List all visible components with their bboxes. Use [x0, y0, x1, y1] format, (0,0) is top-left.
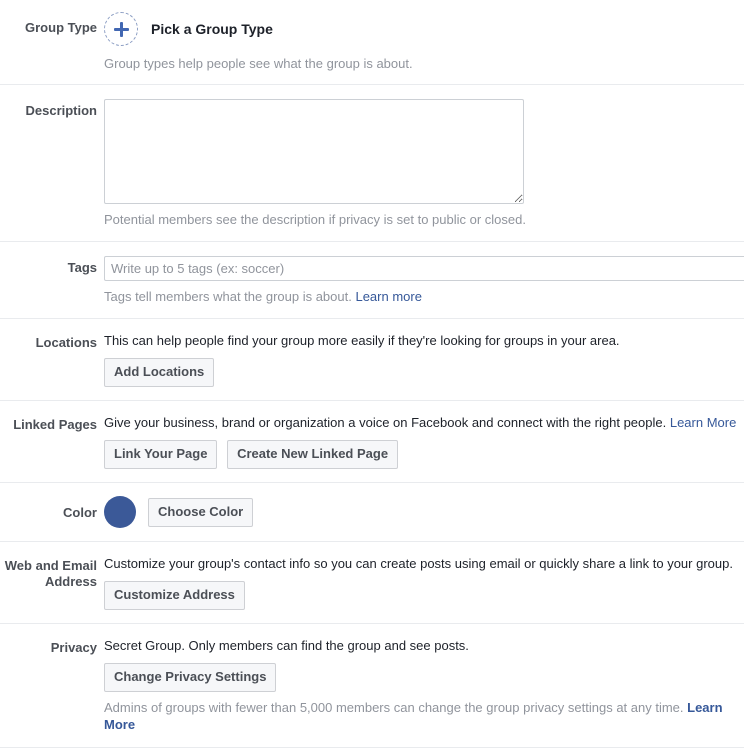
color-content: Choose Color	[97, 496, 744, 528]
linked-pages-learn-more-link[interactable]: Learn More	[670, 415, 736, 430]
change-privacy-settings-button[interactable]: Change Privacy Settings	[104, 663, 276, 692]
row-privacy: Privacy Secret Group. Only members can f…	[0, 624, 744, 748]
row-group-type: Group Type Pick a Group Type Group types…	[0, 0, 744, 85]
label-description: Description	[0, 99, 97, 119]
privacy-description: Secret Group. Only members can find the …	[104, 637, 744, 654]
description-textarea[interactable]	[104, 99, 524, 204]
group-type-helper: Group types help people see what the gro…	[104, 55, 744, 72]
privacy-content: Secret Group. Only members can find the …	[97, 637, 744, 733]
tags-input[interactable]	[104, 256, 744, 281]
linked-pages-button-row: Link Your Page Create New Linked Page	[104, 440, 744, 469]
color-line: Choose Color	[104, 496, 744, 528]
label-linked-pages: Linked Pages	[0, 414, 97, 433]
label-locations: Locations	[0, 332, 97, 351]
row-locations: Locations This can help people find your…	[0, 319, 744, 401]
locations-description: This can help people find your group mor…	[104, 332, 744, 349]
customize-address-button[interactable]: Customize Address	[104, 581, 245, 610]
privacy-button-row: Change Privacy Settings	[104, 663, 744, 692]
group-settings-form: Group Type Pick a Group Type Group types…	[0, 0, 744, 748]
row-color: Color Choose Color	[0, 483, 744, 542]
add-locations-button[interactable]: Add Locations	[104, 358, 214, 387]
label-group-type: Group Type	[0, 10, 97, 36]
choose-color-button[interactable]: Choose Color	[148, 498, 253, 527]
label-color: Color	[0, 496, 97, 521]
pick-group-type-control[interactable]: Pick a Group Type	[104, 10, 744, 48]
tags-helper: Tags tell members what the group is abou…	[104, 288, 744, 305]
tags-content: Tags tell members what the group is abou…	[97, 256, 744, 305]
privacy-footer: Admins of groups with fewer than 5,000 m…	[104, 699, 744, 733]
row-linked-pages: Linked Pages Give your business, brand o…	[0, 401, 744, 483]
web-email-button-row: Customize Address	[104, 581, 744, 610]
label-web-email-address: Web and Email Address	[0, 555, 97, 590]
linked-pages-description: Give your business, brand or organizatio…	[104, 414, 744, 431]
label-privacy: Privacy	[0, 637, 97, 656]
privacy-footer-text: Admins of groups with fewer than 5,000 m…	[104, 700, 687, 715]
web-email-description: Customize your group's contact info so y…	[104, 555, 744, 572]
plus-icon[interactable]	[104, 12, 138, 46]
row-web-email-address: Web and Email Address Customize your gro…	[0, 542, 744, 624]
locations-content: This can help people find your group mor…	[97, 332, 744, 387]
locations-button-row: Add Locations	[104, 358, 744, 387]
web-email-content: Customize your group's contact info so y…	[97, 555, 744, 610]
label-tags: Tags	[0, 256, 97, 276]
row-tags: Tags Tags tell members what the group is…	[0, 242, 744, 319]
color-swatch[interactable]	[104, 496, 136, 528]
linked-pages-description-text: Give your business, brand or organizatio…	[104, 415, 670, 430]
pick-group-type-label: Pick a Group Type	[151, 21, 273, 37]
linked-pages-content: Give your business, brand or organizatio…	[97, 414, 744, 469]
tags-helper-text: Tags tell members what the group is abou…	[104, 289, 355, 304]
description-helper: Potential members see the description if…	[104, 211, 744, 228]
create-new-linked-page-button[interactable]: Create New Linked Page	[227, 440, 398, 469]
row-description: Description Potential members see the de…	[0, 85, 744, 242]
group-type-content: Pick a Group Type Group types help peopl…	[97, 10, 744, 72]
link-your-page-button[interactable]: Link Your Page	[104, 440, 217, 469]
tags-learn-more-link[interactable]: Learn more	[355, 289, 421, 304]
description-content: Potential members see the description if…	[97, 99, 744, 228]
